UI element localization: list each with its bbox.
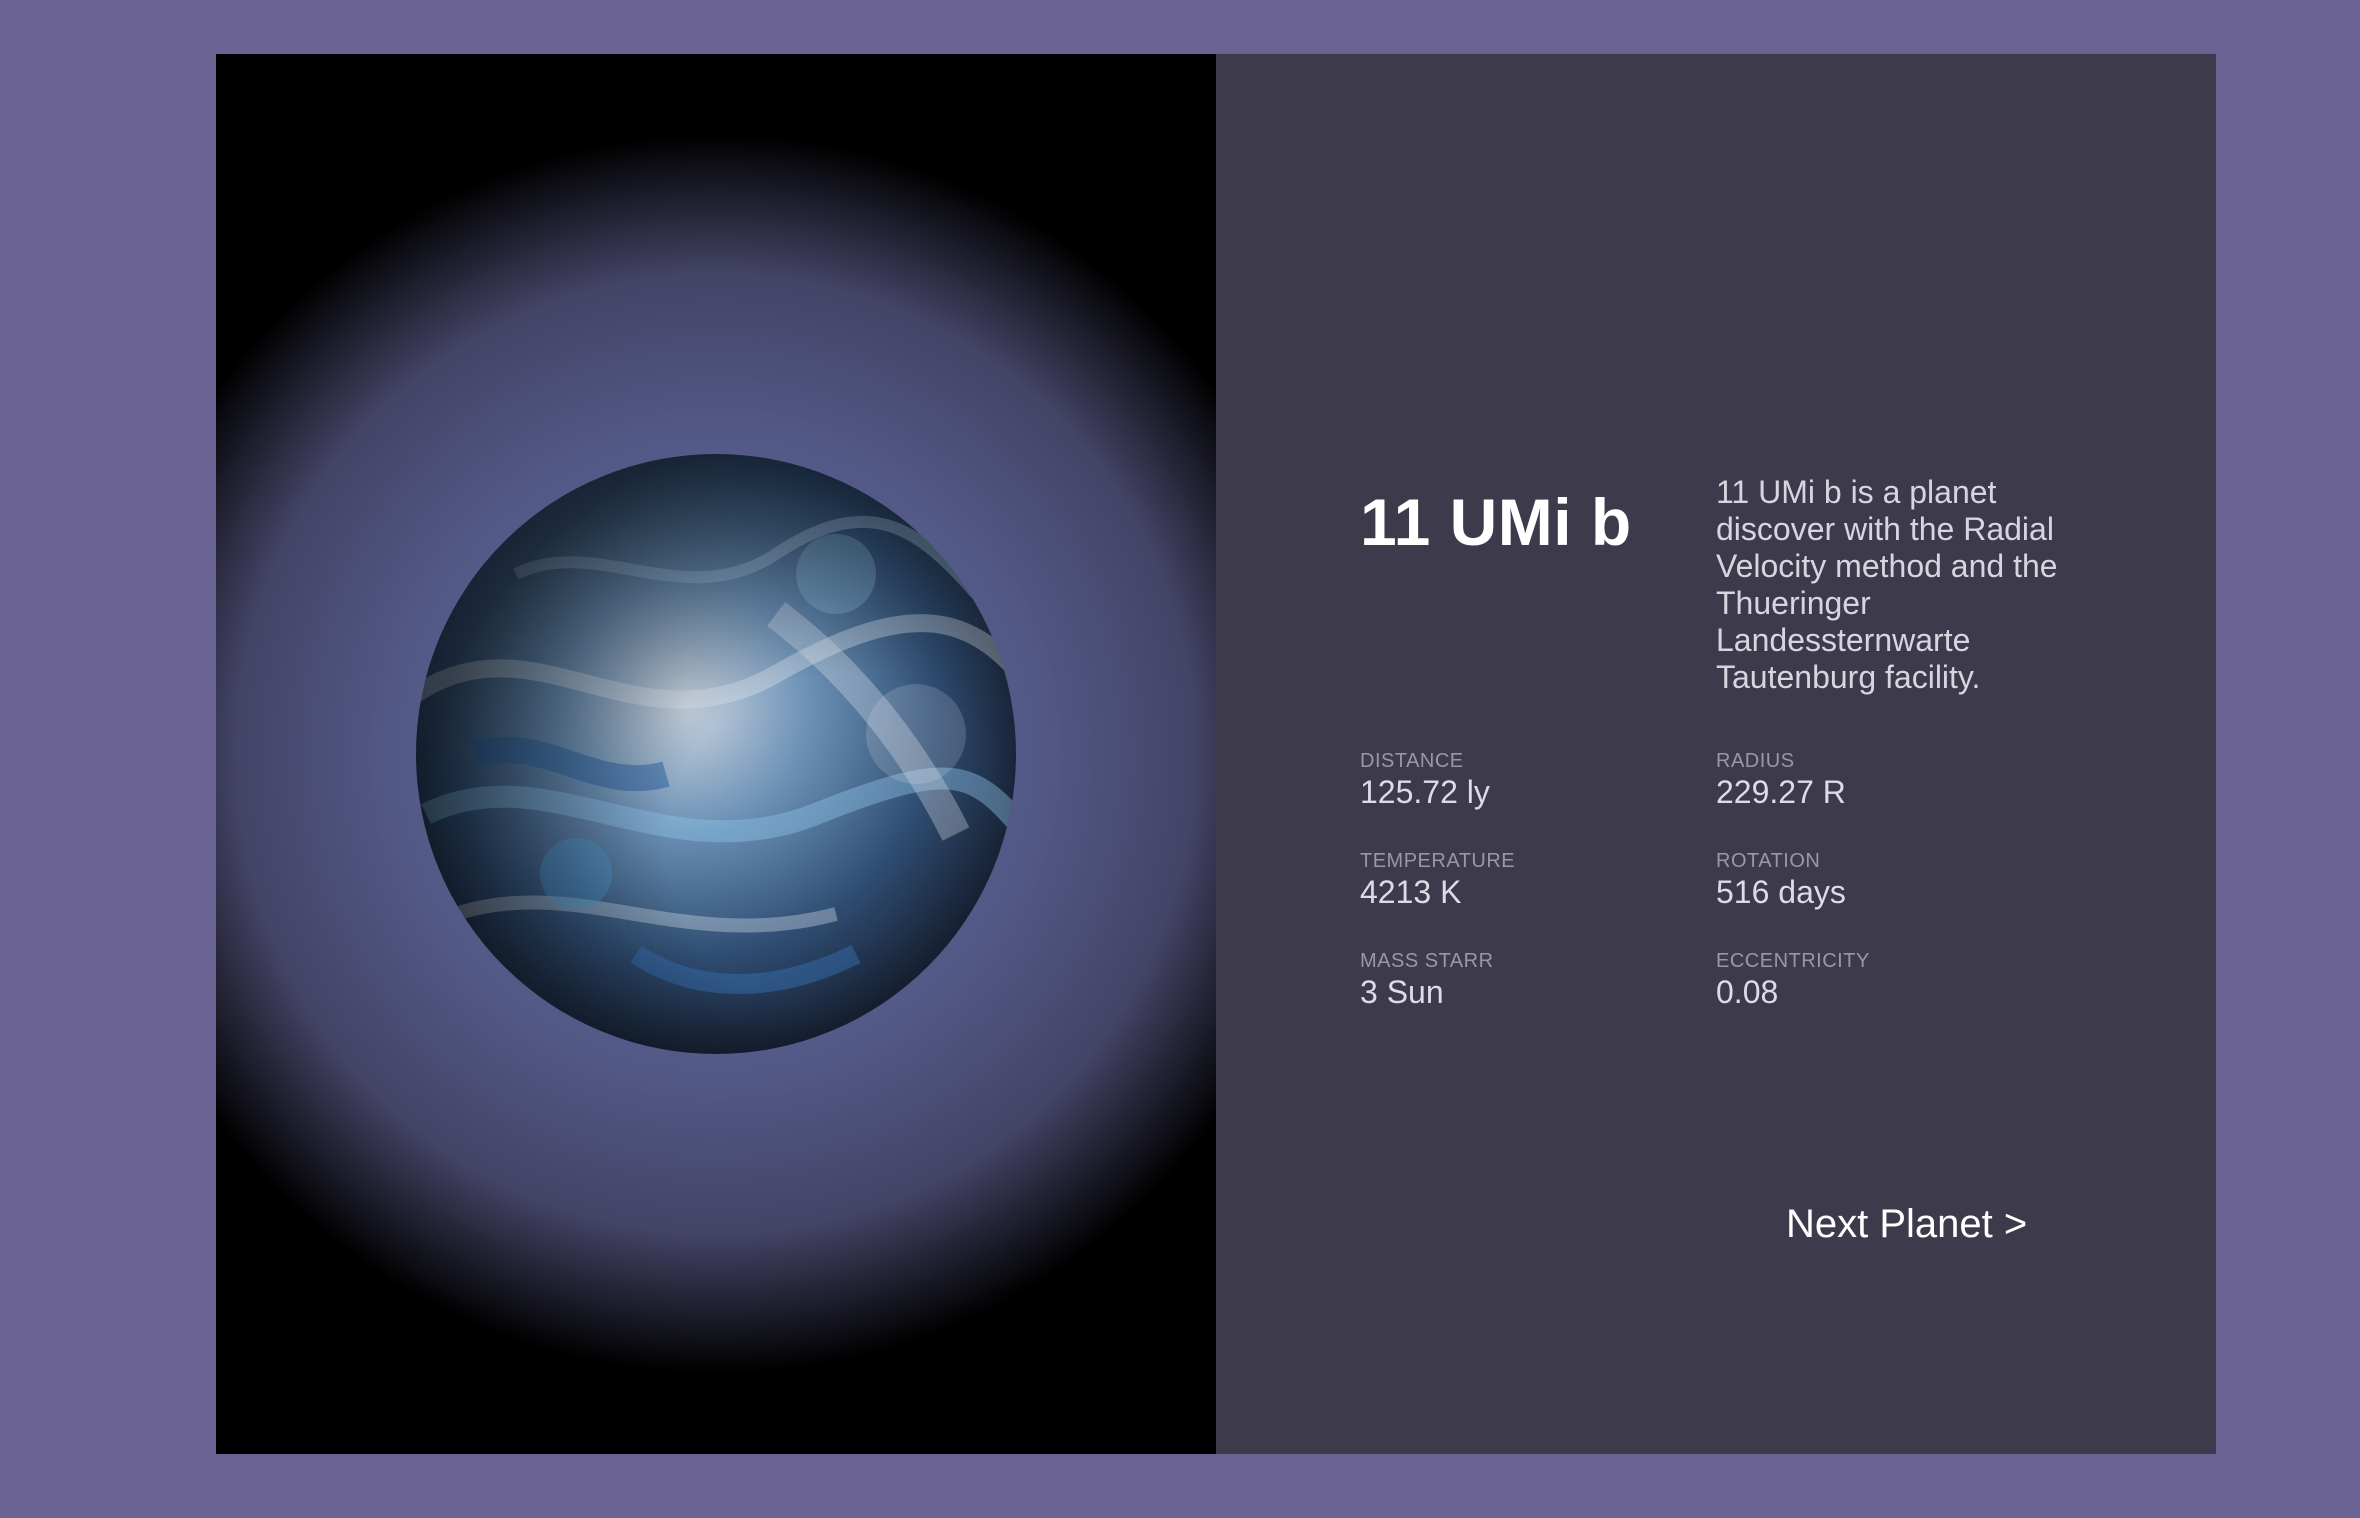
planet-card: 11 UMi b 11 UMi b is a planet discover w… (216, 54, 2216, 1454)
planet-visual-panel (216, 54, 1216, 1454)
planet-image (416, 454, 1016, 1054)
stat-label: TEMPERATURE (1360, 850, 1516, 872)
planet-info-panel: 11 UMi b 11 UMi b is a planet discover w… (1216, 54, 2216, 1454)
stat-mass-star: MASS STARR 3 Sun (1360, 949, 1716, 1011)
planet-stats: DISTANCE 125.72 ly RADIUS 229.27 R TEMPE… (1360, 749, 2080, 1011)
stat-rotation: ROTATION 516 days (1716, 849, 2072, 911)
stat-value: 229.27 R (1716, 774, 1846, 810)
stat-value: 4213 K (1360, 874, 1462, 910)
stat-label: RADIUS (1716, 750, 1795, 772)
stat-temperature: TEMPERATURE 4213 K (1360, 849, 1716, 911)
stat-value: 516 days (1716, 874, 1846, 910)
stat-value: 125.72 ly (1360, 774, 1490, 810)
stat-distance: DISTANCE 125.72 ly (1360, 749, 1716, 811)
stat-eccentricity: ECCENTRICITY 0.08 (1716, 949, 2072, 1011)
stat-radius: RADIUS 229.27 R (1716, 749, 2072, 811)
next-planet-button[interactable]: Next Planet > (1786, 1202, 2027, 1247)
stat-label: MASS STARR (1360, 950, 1494, 972)
planet-title: 11 UMi b (1360, 485, 1632, 559)
stat-label: ROTATION (1716, 850, 1821, 872)
stat-label: DISTANCE (1360, 750, 1464, 772)
planet-description: 11 UMi b is a planet discover with the R… (1716, 474, 2058, 695)
stat-value: 0.08 (1716, 974, 1779, 1010)
stat-value: 3 Sun (1360, 974, 1444, 1010)
stat-label: ECCENTRICITY (1716, 950, 1870, 972)
